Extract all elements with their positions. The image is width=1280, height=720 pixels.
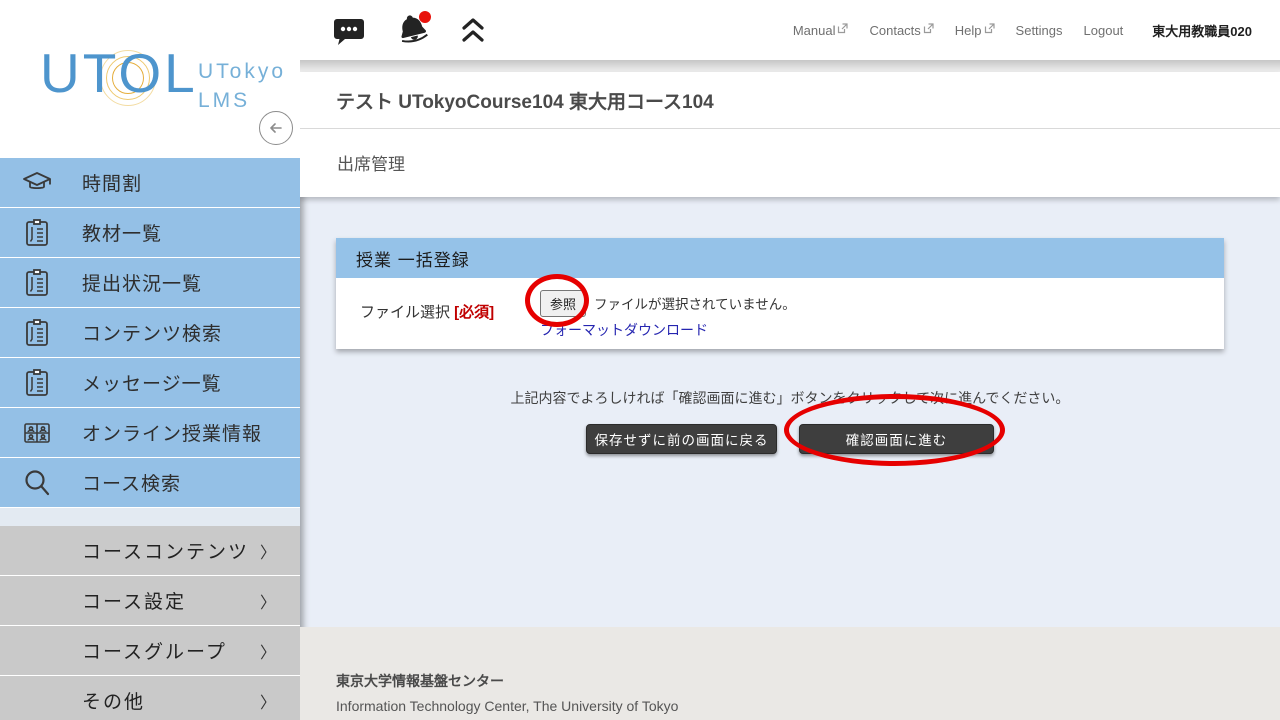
sidebar-item-submission-status[interactable]: 提出状況一覧	[0, 258, 300, 307]
sidebar-item-course-settings[interactable]: コース設定 〉	[0, 576, 300, 625]
sidebar-item-label: コースグループ	[82, 637, 260, 664]
sidebar-item-label: 教材一覧	[82, 219, 162, 246]
action-buttons: 保存せずに前の画面に戻る 確認画面に進む	[300, 424, 1280, 454]
no-file-selected-text: ファイルが選択されていません。	[594, 293, 796, 313]
course-header: テスト UTokyoCourse104 東大用コース104 出席管理	[300, 72, 1280, 197]
main-area: Manual Contacts Help Settings Logout 東大用…	[300, 0, 1280, 720]
manual-link[interactable]: Manual	[793, 23, 849, 38]
bulk-registration-panel: 授業 一括登録 ファイル選択 [必須] 参照 ファイルが選択されていません。 フ…	[336, 238, 1224, 349]
sidebar-item-label: コンテンツ検索	[82, 319, 222, 346]
chevron-right-icon: 〉	[260, 539, 276, 563]
sidebar-item-label: その他	[82, 687, 260, 714]
clipboard-icon	[22, 318, 52, 348]
logout-link-label: Logout	[1084, 23, 1124, 38]
top-bar: Manual Contacts Help Settings Logout 東大用…	[300, 0, 1280, 60]
header-separator	[300, 60, 1280, 72]
browse-button[interactable]: 参照	[540, 290, 586, 317]
bell-icon[interactable]	[391, 9, 435, 51]
course-title: テスト UTokyoCourse104 東大用コース104	[300, 72, 1280, 129]
search-icon	[22, 468, 52, 498]
proceed-to-confirmation-button[interactable]: 確認画面に進む	[799, 424, 994, 454]
clipboard-icon	[22, 268, 52, 298]
sidebar-item-timetable[interactable]: 時間割	[0, 158, 300, 207]
sidebar-item-label: コース検索	[82, 469, 181, 496]
external-link-icon	[984, 23, 995, 34]
file-select-label: ファイル選択 [必須]	[360, 288, 540, 340]
sidebar-section-divider	[0, 508, 300, 526]
chevron-right-icon: 〉	[260, 589, 276, 613]
footer-org-english: Information Technology Center, The Unive…	[336, 698, 1250, 714]
logout-link[interactable]: Logout	[1084, 23, 1124, 38]
footer-org-japanese: 東京大学情報基盤センター	[336, 671, 1250, 691]
sidebar-item-course-group[interactable]: コースグループ 〉	[0, 626, 300, 675]
settings-link[interactable]: Settings	[1016, 23, 1063, 38]
help-link[interactable]: Help	[955, 23, 995, 38]
logo-text-l: L	[164, 42, 198, 104]
sidebar-item-messages[interactable]: メッセージ一覧	[0, 358, 300, 407]
sidebar-item-online-class-info[interactable]: オンライン授業情報	[0, 408, 300, 457]
contacts-link[interactable]: Contacts	[869, 23, 933, 38]
footer: 東京大学情報基盤センター Information Technology Cent…	[300, 627, 1280, 720]
sidebar-item-course-contents[interactable]: コースコンテンツ 〉	[0, 526, 300, 575]
sidebar-item-content-search[interactable]: コンテンツ検索	[0, 308, 300, 357]
chevron-right-icon: 〉	[260, 689, 276, 713]
file-select-label-text: ファイル選択	[360, 304, 454, 321]
sidebar-item-course-search[interactable]: コース検索	[0, 458, 300, 507]
external-link-icon	[923, 23, 934, 34]
online-class-icon	[22, 418, 52, 448]
sidebar-item-label: オンライン授業情報	[82, 419, 262, 446]
help-link-label: Help	[955, 23, 982, 38]
file-input-control: 参照 ファイルが選択されていません。 フォーマットダウンロード	[540, 288, 796, 340]
logo-sub-utokyo: UTokyo	[198, 57, 286, 86]
sidebar-item-materials[interactable]: 教材一覧	[0, 208, 300, 257]
format-download-link[interactable]: フォーマットダウンロード	[540, 320, 708, 340]
double-chevron-up-icon[interactable]	[461, 17, 485, 44]
back-arrow-icon	[266, 118, 286, 138]
page-title: 出席管理	[300, 129, 1280, 197]
sidebar-item-label: 提出状況一覧	[82, 269, 202, 296]
required-badge: [必須]	[454, 304, 494, 321]
clipboard-icon	[22, 368, 52, 398]
back-without-saving-button[interactable]: 保存せずに前の画面に戻る	[586, 424, 777, 454]
panel-title: 授業 一括登録	[336, 238, 1224, 278]
contacts-link-label: Contacts	[869, 23, 920, 38]
logo-text-o: O	[118, 42, 164, 104]
clipboard-icon	[22, 218, 52, 248]
sidebar: UTOL UTokyo LMS 時間割 教材一覧 提出状況一覧 コンテン	[0, 0, 300, 720]
instruction-text: 上記内容でよろしければ「確認画面に進む」ボタンをクリックして次に進んでください。	[300, 388, 1280, 408]
sidebar-item-label: コース設定	[82, 587, 260, 614]
sidebar-item-label: 時間割	[82, 169, 142, 196]
sidebar-collapse-button[interactable]	[259, 111, 293, 145]
settings-link-label: Settings	[1016, 23, 1063, 38]
chat-icon[interactable]	[333, 15, 365, 46]
username-label: 東大用教職員020	[1152, 21, 1252, 40]
utokyo-lms-label: UTokyo LMS	[198, 57, 286, 116]
logo-text-ut: UT	[40, 42, 118, 104]
manual-link-label: Manual	[793, 23, 836, 38]
logo-area: UTOL UTokyo LMS	[0, 0, 300, 158]
content-area: 授業 一括登録 ファイル選択 [必須] 参照 ファイルが選択されていません。 フ…	[300, 238, 1280, 627]
panel-body: ファイル選択 [必須] 参照 ファイルが選択されていません。 フォーマットダウン…	[336, 278, 1224, 349]
chevron-right-icon: 〉	[260, 639, 276, 663]
sidebar-item-label: メッセージ一覧	[82, 369, 222, 396]
utol-logo: UTOL	[40, 46, 198, 101]
sidebar-item-label: コースコンテンツ	[82, 537, 260, 564]
sidebar-item-others[interactable]: その他 〉	[0, 676, 300, 720]
external-link-icon	[837, 23, 848, 34]
graduation-cap-icon	[22, 168, 52, 198]
